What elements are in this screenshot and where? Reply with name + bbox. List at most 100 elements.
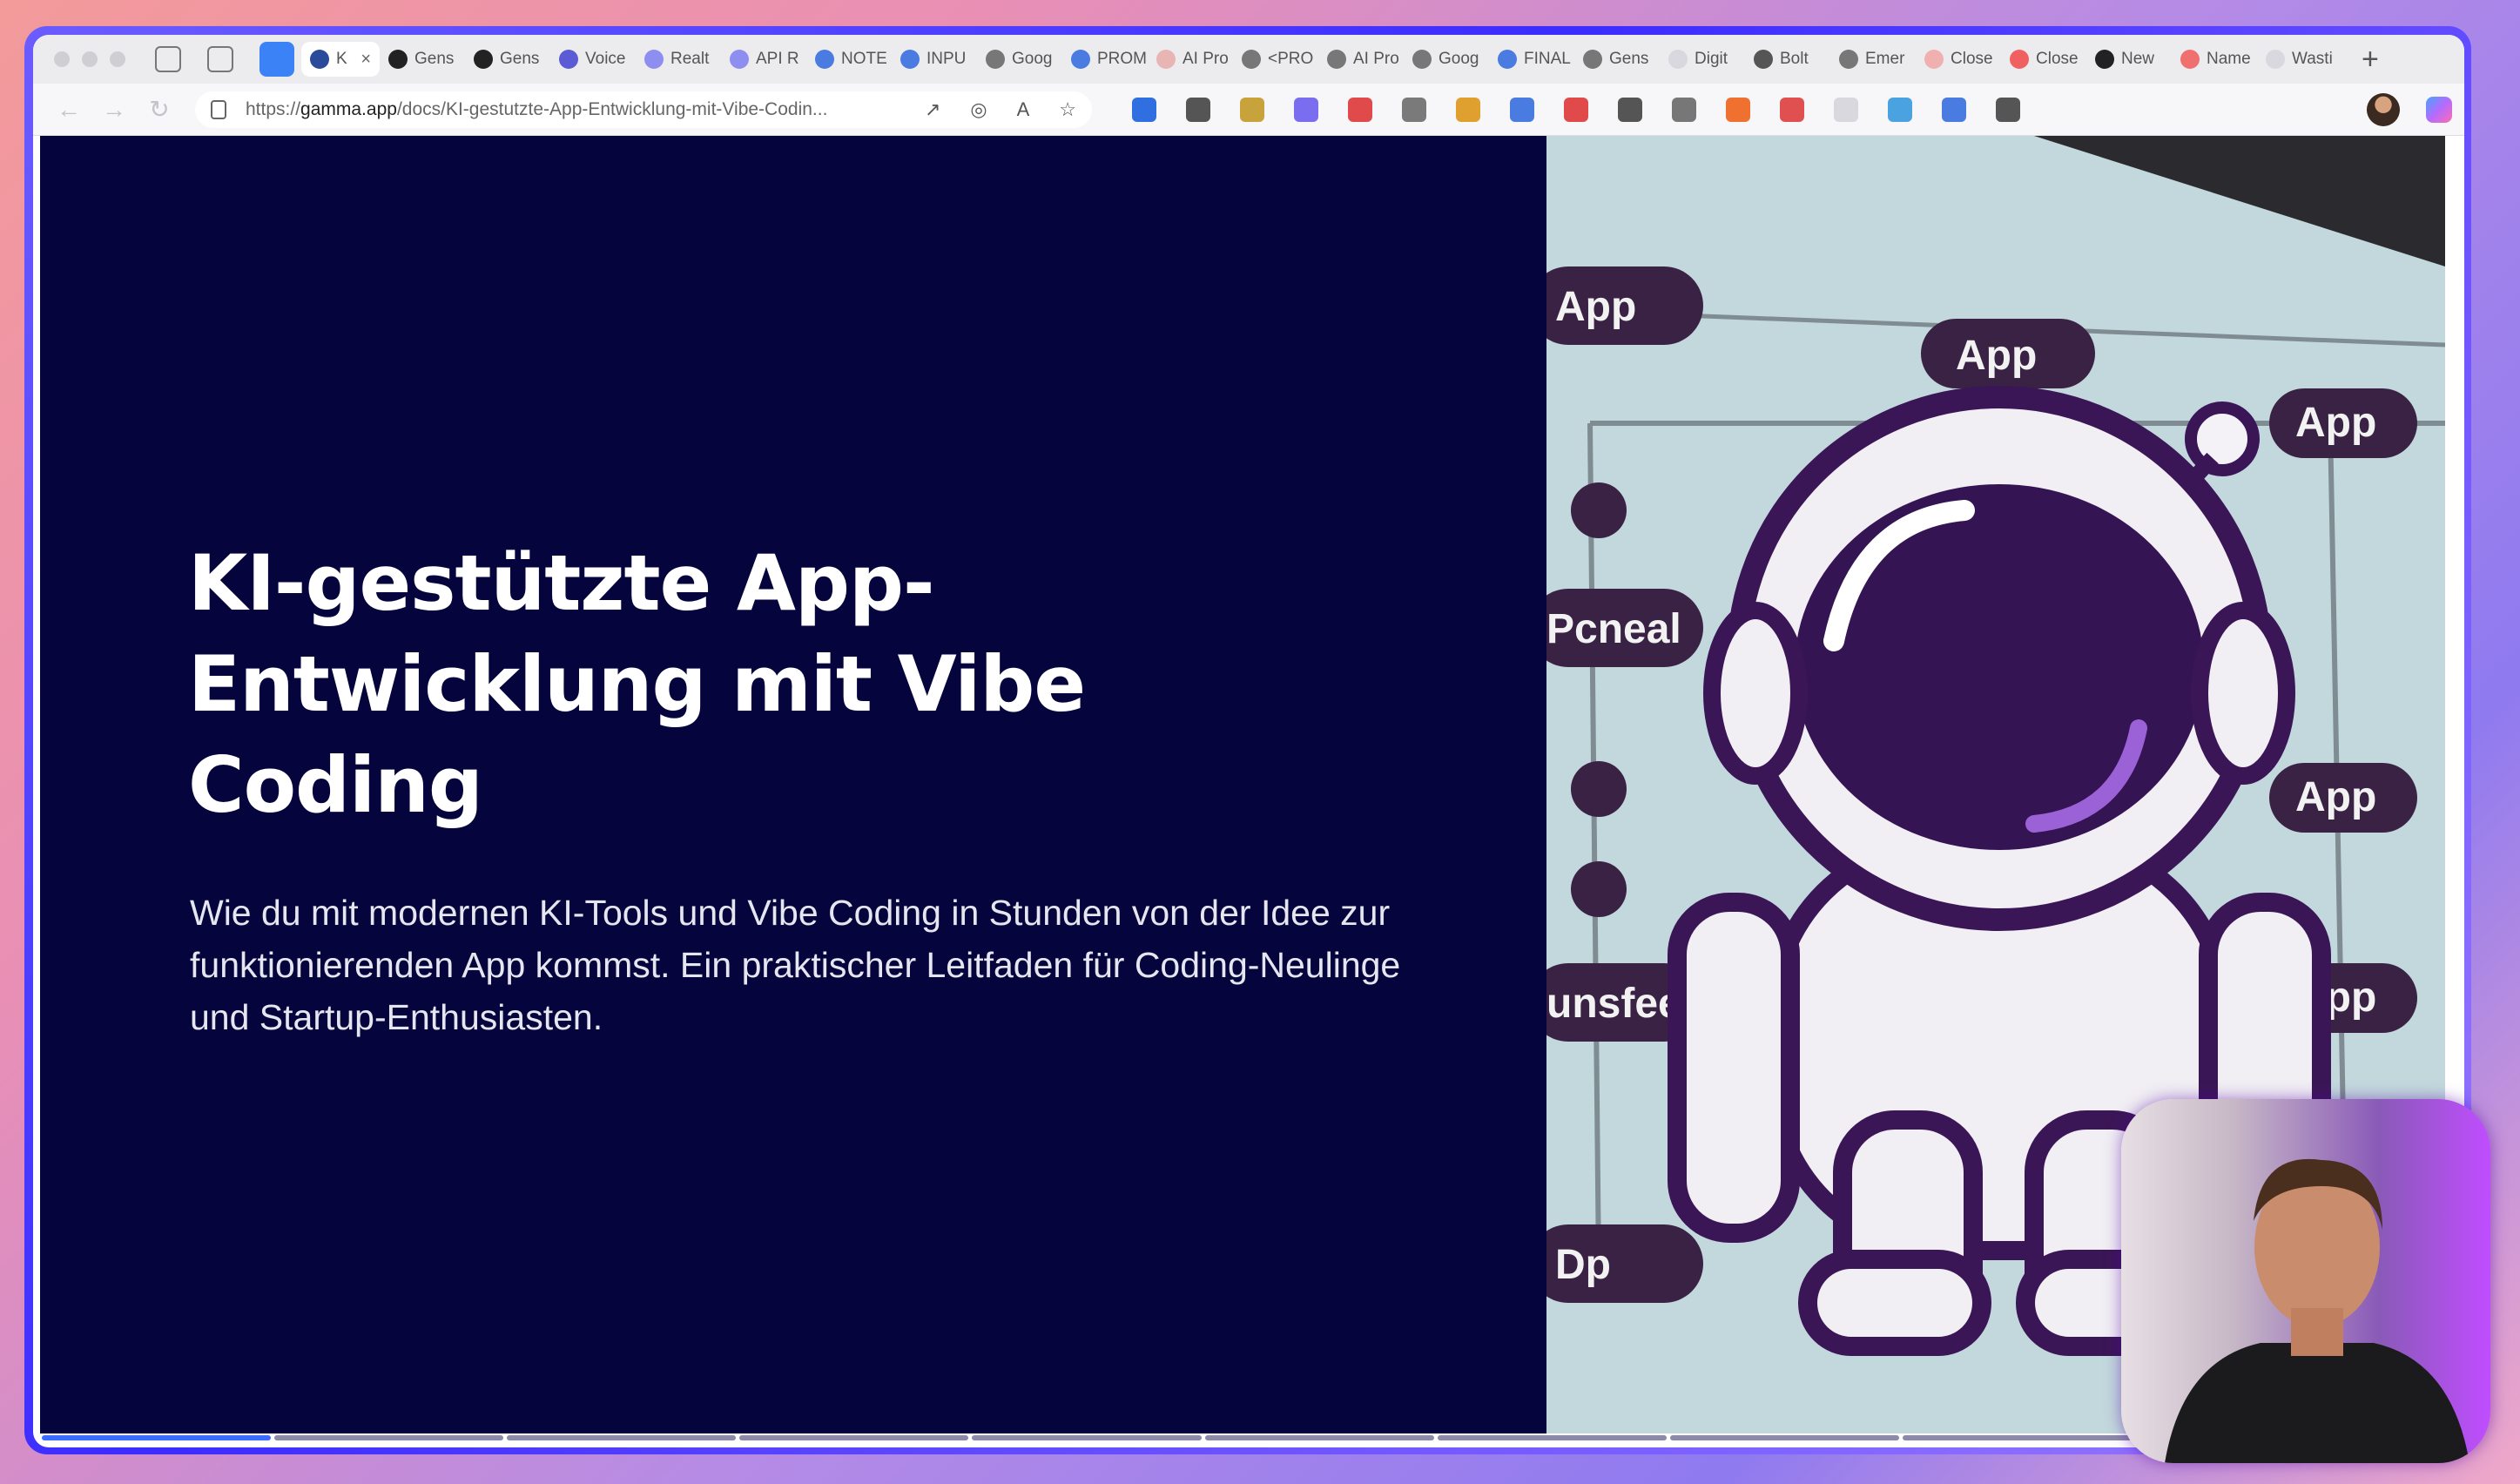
tab-label: K <box>336 50 347 68</box>
extension-icon[interactable] <box>1726 97 1750 122</box>
maximize-window-button[interactable] <box>110 51 125 67</box>
close-tab-icon[interactable]: × <box>360 50 371 70</box>
browser-tab[interactable]: FINAL <box>1489 42 1574 77</box>
browser-tab[interactable]: Gens <box>380 42 465 77</box>
extension-icon[interactable] <box>1240 97 1264 122</box>
browser-tab[interactable]: Name <box>2172 42 2257 77</box>
progress-segment[interactable] <box>972 1435 1202 1440</box>
read-aloud-icon[interactable]: A <box>1017 98 1030 121</box>
tab-label: Digit <box>1695 50 1728 68</box>
progress-segment[interactable] <box>507 1435 737 1440</box>
browser-tab[interactable]: <PRO <box>1233 42 1318 77</box>
slide-progress-bar[interactable] <box>42 1435 2132 1440</box>
slide-subtitle: Wie du mit modernen KI-Tools und Vibe Co… <box>190 893 1401 1037</box>
browser-tab[interactable]: AI Pro <box>1318 42 1404 77</box>
browser-tab[interactable]: Digit <box>1660 42 1745 77</box>
extension-icon[interactable] <box>1834 97 1858 122</box>
browser-tab[interactable] <box>259 42 294 77</box>
page-content: KI-gestützte App-Entwicklung mit Vibe Co… <box>33 136 2464 1447</box>
open-in-app-icon[interactable]: ↗ <box>925 98 940 121</box>
url-domain: gamma.app <box>300 98 397 119</box>
tracking-protection-icon[interactable]: ◎ <box>970 98 987 121</box>
minimize-window-button[interactable] <box>82 51 98 67</box>
tab-favicon-icon <box>559 50 578 69</box>
progress-segment[interactable] <box>274 1435 504 1440</box>
extension-icon[interactable] <box>1186 97 1210 122</box>
tab-favicon-icon <box>388 50 408 69</box>
extension-icon[interactable] <box>1618 97 1642 122</box>
extension-icon[interactable] <box>1348 97 1372 122</box>
extension-icon[interactable] <box>1888 97 1912 122</box>
progress-segment[interactable] <box>1669 1435 1899 1440</box>
browser-tab[interactable]: NOTE <box>806 42 892 77</box>
tab-label: Goog <box>1439 50 1479 68</box>
new-tab-button[interactable]: + <box>2362 43 2379 77</box>
browser-tab[interactable]: Goog <box>977 42 1062 77</box>
extension-icon[interactable] <box>1672 97 1696 122</box>
browser-tab[interactable]: K × <box>301 42 380 77</box>
browser-tab[interactable]: Gens <box>1574 42 1660 77</box>
progress-segment[interactable] <box>42 1435 272 1440</box>
browser-tab[interactable]: INPU <box>892 42 977 77</box>
tab-favicon-icon <box>644 50 664 69</box>
browser-tab[interactable]: Voice <box>550 42 636 77</box>
forward-arrow-icon[interactable]: → <box>99 96 129 124</box>
url-text[interactable]: https://gamma.app/docs/KI-gestutzte-App-… <box>246 99 925 120</box>
profile-avatar[interactable] <box>2367 92 2400 126</box>
workspaces-icon[interactable] <box>155 46 181 72</box>
browser-tab[interactable]: API R <box>721 42 806 77</box>
close-window-button[interactable] <box>54 51 70 67</box>
progress-segment[interactable] <box>1902 1435 2132 1440</box>
progress-segment[interactable] <box>1204 1435 1434 1440</box>
browser-tab[interactable]: Gens <box>465 42 550 77</box>
browser-tab[interactable]: AI Pro <box>1148 42 1233 77</box>
browser-tab[interactable]: Emer <box>1830 42 1916 77</box>
address-bar[interactable]: https://gamma.app/docs/KI-gestutzte-App-… <box>195 91 1092 128</box>
tab-favicon-icon <box>1668 50 1688 69</box>
tab-favicon-icon <box>268 50 287 69</box>
browser-tab[interactable]: New <box>2086 42 2172 77</box>
lock-icon[interactable] <box>211 99 226 119</box>
tab-favicon-icon <box>1242 50 1261 69</box>
extension-icon[interactable] <box>1996 97 2020 122</box>
extension-icon[interactable] <box>1456 97 1480 122</box>
browser-tab[interactable]: Close <box>2001 42 2086 77</box>
browser-tab[interactable]: Goog <box>1404 42 1489 77</box>
tab-label: Close <box>1951 50 1993 68</box>
tab-favicon-icon <box>1839 50 1858 69</box>
sidebar-toggle-icon[interactable] <box>207 46 233 72</box>
progress-segment[interactable] <box>739 1435 969 1440</box>
tab-favicon-icon <box>1583 50 1602 69</box>
extension-icon[interactable] <box>1510 97 1534 122</box>
extension-icon[interactable] <box>1402 97 1426 122</box>
flow-label-5: Pcneal <box>1546 606 1681 652</box>
browser-toolbar: ← → ↻ https://gamma.app/docs/KI-gestutzt… <box>33 84 2464 136</box>
tab-favicon-icon <box>1071 50 1090 69</box>
tab-favicon-icon <box>730 50 749 69</box>
extension-icon[interactable] <box>1942 97 1966 122</box>
browser-tab[interactable]: Close <box>1916 42 2001 77</box>
browser-tab[interactable]: Realt <box>636 42 721 77</box>
browser-tab[interactable]: Wasti <box>2257 42 2342 77</box>
favorite-star-icon[interactable]: ☆ <box>1059 98 1076 121</box>
browser-tab[interactable]: Bolt <box>1745 42 1830 77</box>
progress-segment[interactable] <box>1437 1435 1667 1440</box>
browser-tab[interactable]: PROM <box>1062 42 1148 77</box>
tab-label: PROM <box>1097 50 1147 68</box>
copilot-icon[interactable] <box>2426 96 2452 123</box>
extensions-bar <box>1132 97 2020 122</box>
extension-icon[interactable] <box>1780 97 1804 122</box>
tab-favicon-icon <box>1156 50 1176 69</box>
reload-icon[interactable]: ↻ <box>145 95 174 124</box>
tab-label: Name <box>2207 50 2251 68</box>
presenter-video <box>2165 1158 2469 1463</box>
tab-favicon-icon <box>1327 50 1346 69</box>
webcam-overlay <box>2121 1099 2490 1463</box>
back-arrow-icon[interactable]: ← <box>54 96 84 124</box>
extension-icon[interactable] <box>1564 97 1588 122</box>
slide-title: KI-gestützte App-Entwicklung mit Vibe Co… <box>188 538 1086 830</box>
tab-label: Bolt <box>1780 50 1809 68</box>
extension-icon[interactable] <box>1132 97 1156 122</box>
extension-icon[interactable] <box>1294 97 1318 122</box>
tab-list: K × Gens Gens Voice Realt API R NOTE INPU Goog PRO… <box>259 35 2342 84</box>
